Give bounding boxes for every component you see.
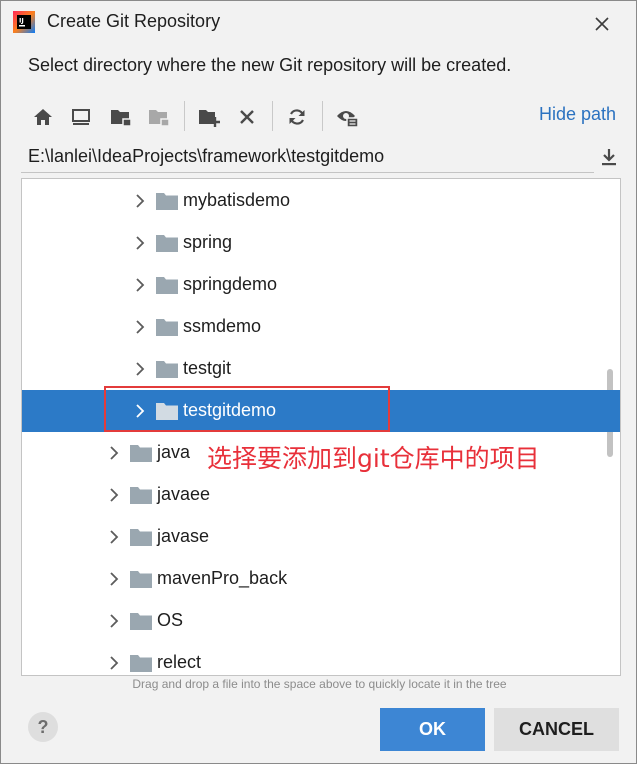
show-hidden-icon bbox=[337, 111, 359, 128]
tree-row-label: javase bbox=[157, 526, 210, 546]
folder-icon bbox=[130, 613, 152, 630]
chevron-right-icon[interactable] bbox=[134, 404, 146, 418]
tree-row[interactable]: spring bbox=[22, 222, 620, 264]
refresh-icon bbox=[289, 109, 305, 125]
chevron-right-icon[interactable] bbox=[134, 236, 146, 250]
project-directory-button[interactable] bbox=[107, 103, 135, 131]
chevron-right-icon[interactable] bbox=[108, 656, 120, 670]
chevron-right-icon[interactable] bbox=[108, 488, 120, 502]
folder-icon bbox=[130, 655, 152, 672]
folder-icon bbox=[130, 571, 152, 588]
ok-button[interactable]: OK bbox=[380, 708, 485, 751]
svg-text:IJ: IJ bbox=[19, 17, 24, 25]
file-chooser-toolbar: Hide path bbox=[21, 99, 621, 135]
refresh-button[interactable] bbox=[283, 103, 311, 131]
path-download-button[interactable] bbox=[598, 145, 620, 169]
tree-row[interactable]: springdemo bbox=[22, 264, 620, 306]
annotation-text: 选择要添加到git仓库中的项目 bbox=[207, 444, 540, 473]
folder-icon bbox=[156, 193, 178, 210]
tree-row-label: java bbox=[157, 442, 191, 462]
close-icon bbox=[595, 17, 609, 31]
tree-row[interactable]: mavenPro_back bbox=[22, 558, 620, 600]
close-button[interactable] bbox=[589, 11, 615, 37]
chevron-right-icon[interactable] bbox=[134, 320, 146, 334]
tree-row-label: ssmdemo bbox=[183, 316, 262, 336]
tree-row-label: relect bbox=[157, 652, 202, 672]
new-folder-icon bbox=[199, 110, 220, 127]
tree-row[interactable]: testgit bbox=[22, 348, 620, 390]
path-input[interactable] bbox=[21, 141, 594, 173]
chevron-right-icon[interactable] bbox=[134, 194, 146, 208]
project-folder-icon bbox=[111, 110, 132, 127]
directory-tree[interactable]: mybatisdemo spring springdemo ssmdemo testgi… bbox=[21, 178, 621, 676]
tree-row[interactable]: relect bbox=[22, 642, 620, 675]
title-bar: IJ Create Git Repository bbox=[1, 1, 636, 45]
hide-path-link[interactable]: Hide path bbox=[539, 104, 616, 125]
folder-icon bbox=[156, 277, 178, 294]
home-button[interactable] bbox=[29, 103, 57, 131]
tree-row-label: mavenPro_back bbox=[157, 568, 288, 588]
toolbar-separator bbox=[322, 101, 323, 131]
home-icon bbox=[34, 109, 52, 125]
chevron-right-icon[interactable] bbox=[134, 362, 146, 376]
folder-icon bbox=[156, 319, 178, 336]
intellij-logo-icon: IJ bbox=[13, 11, 35, 33]
create-git-repository-dialog: IJ Create Git Repository Select director… bbox=[0, 0, 637, 764]
tree-row-label: springdemo bbox=[183, 274, 278, 294]
chevron-right-icon[interactable] bbox=[108, 530, 120, 544]
delete-button[interactable] bbox=[233, 103, 261, 131]
chevron-right-icon[interactable] bbox=[134, 278, 146, 292]
tree-row-label: testgitdemo bbox=[183, 400, 277, 420]
help-button[interactable]: ? bbox=[28, 712, 58, 742]
tree-row[interactable]: mybatisdemo bbox=[22, 180, 620, 222]
tree-row[interactable]: javaee bbox=[22, 474, 620, 516]
folder-icon bbox=[130, 445, 152, 462]
desktop-button[interactable] bbox=[67, 103, 95, 131]
chevron-right-icon[interactable] bbox=[108, 446, 120, 460]
tree-row[interactable]: OS bbox=[22, 600, 620, 642]
download-icon bbox=[602, 149, 616, 166]
toolbar-separator bbox=[184, 101, 185, 131]
tree-row[interactable]: testgitdemo bbox=[22, 390, 620, 432]
folder-icon bbox=[156, 361, 178, 378]
module-folder-icon bbox=[149, 110, 170, 127]
delete-icon bbox=[240, 110, 254, 124]
dialog-description: Select directory where the new Git repos… bbox=[28, 55, 512, 75]
folder-icon bbox=[130, 529, 152, 546]
dialog-title: Create Git Repository bbox=[47, 11, 221, 31]
folder-icon bbox=[130, 487, 152, 504]
tree-row[interactable]: ssmdemo bbox=[22, 306, 620, 348]
cancel-button[interactable]: CANCEL bbox=[494, 708, 619, 751]
tree-row[interactable]: javase bbox=[22, 516, 620, 558]
tree-row-label: spring bbox=[183, 232, 233, 252]
tree-row-label: OS bbox=[157, 610, 184, 630]
tree-row-label: testgit bbox=[183, 358, 232, 378]
folder-icon bbox=[156, 403, 178, 420]
folder-icon bbox=[156, 235, 178, 252]
tree-row-label: javaee bbox=[157, 484, 211, 504]
show-hidden-files-button[interactable] bbox=[333, 103, 361, 131]
module-directory-button[interactable] bbox=[145, 103, 173, 131]
tree-row-label: mybatisdemo bbox=[183, 190, 291, 210]
toolbar-separator bbox=[272, 101, 273, 131]
path-row bbox=[21, 141, 621, 173]
drag-drop-hint: Drag and drop a file into the space abov… bbox=[132, 677, 507, 691]
chevron-right-icon[interactable] bbox=[108, 614, 120, 628]
chevron-right-icon[interactable] bbox=[108, 572, 120, 586]
desktop-icon bbox=[72, 109, 90, 125]
new-folder-button[interactable] bbox=[195, 103, 223, 131]
